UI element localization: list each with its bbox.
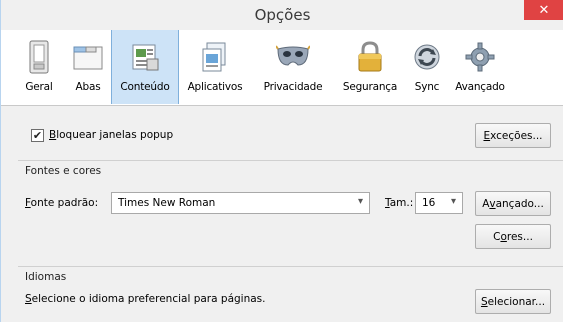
size-label: Tam.: [385, 197, 414, 209]
chevron-down-icon: ▾ [450, 196, 456, 207]
window-title: Opções [254, 6, 311, 24]
default-font-label: Fonte padrão: [25, 197, 99, 209]
title-bar: Opções ✕ [1, 0, 563, 30]
tab-label: Geral [25, 81, 53, 93]
advanced-fonts-button[interactable]: Av ançado... [475, 191, 551, 216]
switch-icon [22, 38, 56, 76]
tab-label: Privacidade [263, 81, 323, 93]
applications-icon [198, 38, 232, 76]
tab-label: Segurança [342, 81, 398, 93]
tab-label: Abas [75, 81, 101, 93]
tab-aplicativos[interactable]: Aplicativos [179, 30, 251, 104]
block-popup-checkbox[interactable]: ✔ [31, 129, 44, 142]
tab-label: Avançado [455, 81, 505, 93]
tabs-window-icon [71, 38, 105, 76]
close-button[interactable]: ✕ [524, 0, 563, 20]
colors-button[interactable]: Co res... [475, 224, 551, 249]
category-toolbar: Geral Abas Conteúdo Aplicativos Privacid… [1, 30, 563, 106]
exceptions-button[interactable]: Exceções... [475, 123, 551, 148]
languages-divider [18, 266, 563, 267]
tab-label: Conteúdo [120, 81, 170, 93]
default-font-value: Times New Roman [118, 197, 216, 209]
chevron-down-icon: ▾ [357, 196, 363, 207]
tab-avancado[interactable]: Avançado [449, 30, 511, 104]
gear-icon [463, 38, 497, 76]
font-size-value: 16 [422, 197, 436, 209]
content-panel: ✔ Bloquear janelas popup Exceções... Fon… [1, 107, 563, 322]
font-size-select[interactable]: 16 ▾ [415, 192, 463, 214]
mask-icon [276, 38, 310, 76]
close-icon: ✕ [538, 2, 550, 18]
content-page-icon [128, 38, 162, 76]
options-window: Opções ✕ Geral Abas Conteúdo Aplicativos… [0, 0, 563, 322]
fonts-colors-divider [18, 160, 563, 161]
tab-label: Aplicativos [187, 81, 243, 93]
tab-label: Sync [414, 81, 440, 93]
fonts-colors-title: Fontes e cores [25, 165, 102, 177]
tab-privacidade[interactable]: Privacidade [251, 30, 335, 104]
checkmark-icon: ✔ [32, 129, 43, 142]
block-popup-label: Bloquear janelas popup [49, 129, 174, 141]
tab-abas[interactable]: Abas [65, 30, 111, 104]
select-language-button[interactable]: Selecionar... [475, 289, 551, 314]
languages-title: Idiomas [25, 271, 67, 283]
sync-icon [410, 38, 444, 76]
tab-sync[interactable]: Sync [405, 30, 449, 104]
tab-seguranca[interactable]: Segurança [335, 30, 405, 104]
default-font-select[interactable]: Times New Roman ▾ [111, 192, 370, 214]
padlock-icon [353, 38, 387, 76]
languages-description: Selecione o idioma preferencial para pág… [25, 293, 266, 305]
tab-geral[interactable]: Geral [13, 30, 65, 104]
tab-conteudo[interactable]: Conteúdo [111, 30, 179, 104]
